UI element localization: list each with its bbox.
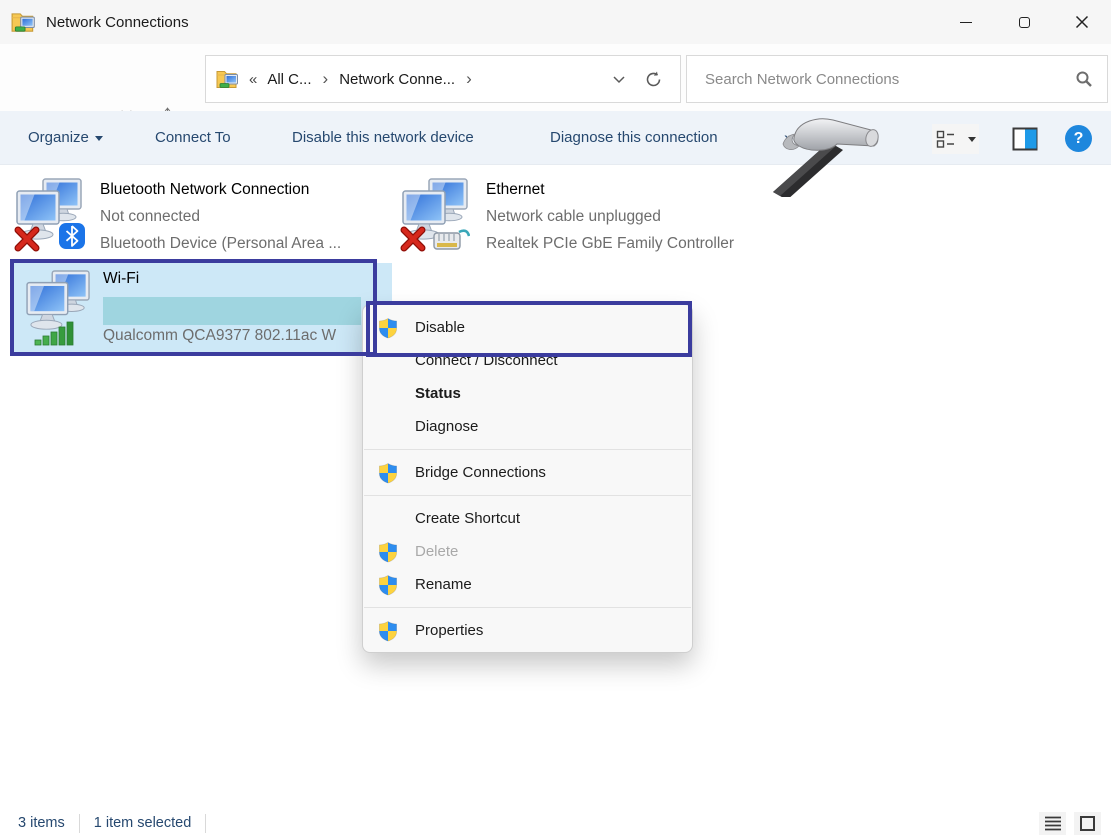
adapter-device: Realtek PCIe GbE Family Controller [486,230,734,257]
dropdown-caret-icon [95,136,103,141]
menu-item-label: Connect / Disconnect [415,352,558,369]
menu-item-bridge-connections[interactable]: Bridge Connections [363,456,692,489]
refresh-button[interactable] [636,70,670,89]
menu-item-label: Create Shortcut [415,510,520,527]
help-button[interactable]: ? [1065,125,1092,152]
uac-shield-icon [377,620,399,642]
refresh-icon [644,70,663,89]
preview-pane-button[interactable] [1012,127,1038,151]
navigation-bar: ← → ↑ « All C... › Network Conne... › [0,44,1111,111]
adapter-name: Ethernet [486,176,734,203]
adapter-name: Bluetooth Network Connection [100,176,341,203]
adapter-ethernet[interactable]: Ethernet Network cable unplugged Realtek… [400,176,734,257]
status-divider [79,814,80,833]
adapter-bluetooth[interactable]: Bluetooth Network Connection Not connect… [14,176,341,257]
diagnose-connection-button[interactable]: Diagnose this connection [550,111,718,165]
uac-shield-icon [377,462,399,484]
network-folder-icon [11,10,37,34]
dropdown-caret-icon [968,137,976,142]
adapter-wifi[interactable]: Wi-Fi Qualcomm QCA9377 802.11ac W [14,263,392,352]
signal-bars-icon [34,320,76,346]
menu-separator [364,449,691,450]
icons-view-icon [1080,816,1095,831]
search-box[interactable] [686,55,1108,103]
uac-shield-icon [377,541,399,563]
context-menu: Disable Connect / Disconnect Status Diag… [362,304,693,653]
menu-item-label: Diagnose [415,418,478,435]
menu-item-properties[interactable]: Properties [363,614,692,647]
menu-item-diagnose[interactable]: Diagnose [363,410,692,443]
menu-separator [364,495,691,496]
redacted-ssid-block [103,297,361,325]
connect-to-button[interactable]: Connect To [155,111,231,165]
address-dropdown-button[interactable] [602,75,636,84]
ethernet-plug-icon [432,224,470,254]
wifi-adapter-icon [24,268,94,348]
adapter-status: Not connected [100,203,341,230]
menu-separator [364,607,691,608]
search-input[interactable] [705,71,1075,88]
adapter-name: Wi-Fi [103,270,139,288]
menu-item-delete[interactable]: Delete [363,535,692,568]
menu-item-label: Status [415,385,461,402]
breadcrumb-separator-icon[interactable]: › [466,69,472,89]
address-bar[interactable]: « All C... › Network Conne... › [205,55,681,103]
menu-item-label: Disable [415,319,465,336]
maximize-icon [1019,17,1030,28]
uac-shield-icon [377,574,399,596]
breadcrumb-separator-icon[interactable]: › [323,69,329,89]
close-icon [1075,15,1089,29]
bluetooth-adapter-icon [14,176,88,254]
details-view-icon [1044,816,1062,831]
menu-item-label: Delete [415,543,458,560]
title-bar: Network Connections [0,0,1111,44]
disconnected-x-icon [400,226,426,252]
uac-shield-icon [377,317,399,339]
chevron-down-icon [612,75,626,84]
menu-item-disable[interactable]: Disable [363,311,692,344]
breadcrumb-all-control-panel[interactable]: All C... [267,71,311,88]
more-commands-chevron[interactable]: » [784,111,793,165]
minimize-button[interactable] [937,0,995,44]
menu-item-connect-disconnect[interactable]: Connect / Disconnect [363,344,692,377]
icons-view-button[interactable] [1074,812,1101,835]
network-folder-icon [216,68,240,90]
preview-pane-icon [1012,127,1038,151]
breadcrumb-network-connections[interactable]: Network Conne... [339,71,455,88]
adapter-device: Bluetooth Device (Personal Area ... [100,230,341,257]
menu-item-create-shortcut[interactable]: Create Shortcut [363,502,692,535]
breadcrumb-collapse-chevron[interactable]: « [249,71,257,88]
disable-device-button[interactable]: Disable this network device [292,111,474,165]
details-view-button[interactable] [1039,812,1066,835]
status-bar: 3 items 1 item selected [0,808,1111,838]
items-count: 3 items [18,815,65,831]
close-button[interactable] [1053,0,1111,44]
adapter-status: Network cable unplugged [486,203,734,230]
question-mark-icon: ? [1074,130,1084,148]
menu-item-label: Bridge Connections [415,464,546,481]
ethernet-adapter-icon [400,176,474,254]
menu-item-status[interactable]: Status [363,377,692,410]
menu-item-label: Properties [415,622,483,639]
menu-item-label: Rename [415,576,472,593]
window-title: Network Connections [46,14,189,31]
network-connections-window: Network Connections ← → ↑ « All C... › N… [0,0,1111,838]
status-divider [205,814,206,833]
menu-item-rename[interactable]: Rename [363,568,692,601]
disconnected-x-icon [14,226,40,252]
bluetooth-badge-icon [58,222,86,250]
organize-menu-button[interactable]: Organize [28,111,103,165]
search-icon[interactable] [1075,70,1093,88]
maximize-button[interactable] [995,0,1053,44]
change-view-button[interactable] [932,124,979,154]
selection-count: 1 item selected [94,815,192,831]
list-view-icon [936,129,956,149]
adapter-device: Qualcomm QCA9377 802.11ac W [103,327,361,345]
minimize-icon [960,22,972,23]
